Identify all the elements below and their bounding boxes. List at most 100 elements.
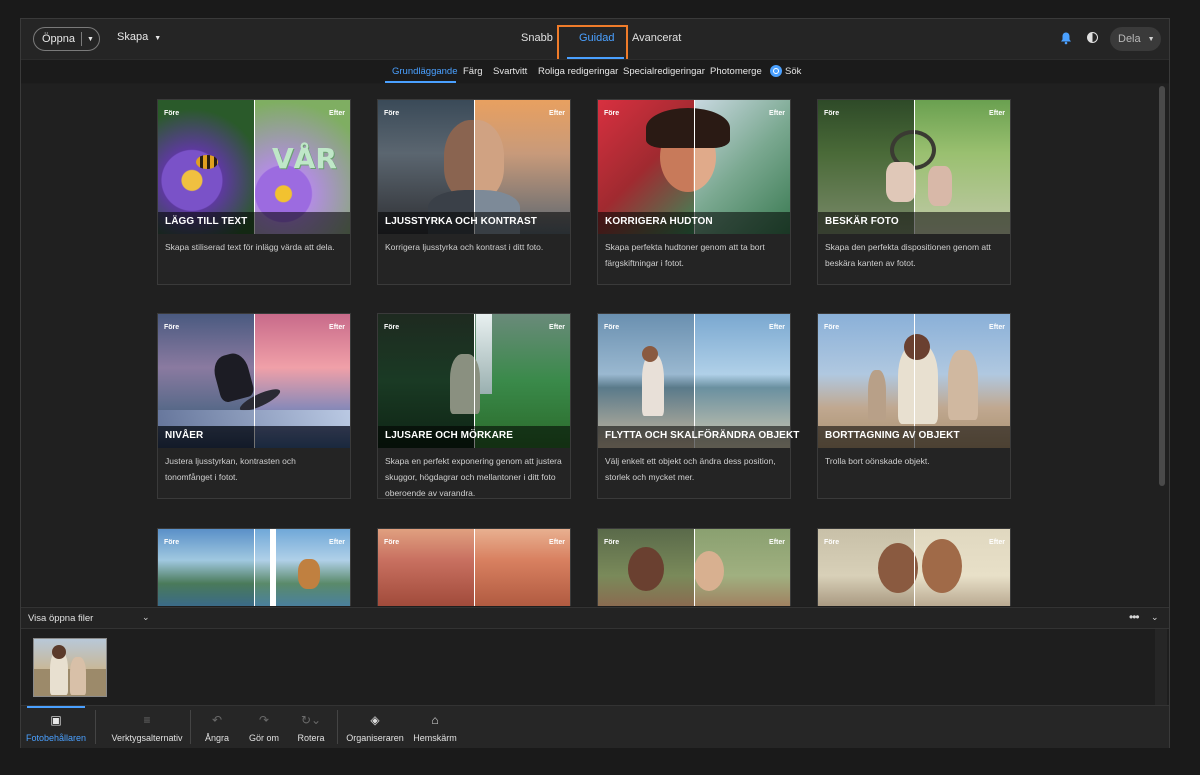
card-lighten-darken[interactable]: Före Efter LJUSARE OCH MÖRKARE Skapa en …: [377, 313, 571, 499]
category-basics[interactable]: Grundläggande: [392, 66, 458, 77]
card-row3-2[interactable]: Före Efter: [377, 528, 571, 606]
guided-edits-grid: VÅR Före Efter LÄGG TILL TEXT Skapa stil…: [21, 84, 1169, 606]
card-title: BESKÄR FOTO: [825, 216, 899, 227]
more-options-icon[interactable]: •••: [1129, 610, 1140, 624]
card-add-text[interactable]: VÅR Före Efter LÄGG TILL TEXT Skapa stil…: [157, 99, 351, 285]
redo-button[interactable]: ↷ Gör om: [245, 706, 283, 749]
open-file-thumbnail[interactable]: [33, 638, 107, 697]
card-row3-3[interactable]: Före Efter: [597, 528, 791, 606]
chevron-down-icon[interactable]: ⌄: [142, 612, 150, 623]
bottom-toolbar: ▣ Fotobehållaren ≡ Verktygsalternativ ↶ …: [21, 705, 1169, 748]
tool-options-label: Verktygsalternativ: [111, 733, 183, 743]
card-thumbnail: Före Efter: [818, 529, 1010, 606]
face-shape: [694, 551, 724, 591]
collapse-chevron-icon[interactable]: ⌄: [1151, 612, 1159, 623]
before-label: Före: [604, 324, 620, 331]
card-thumbnail: Före Efter: [598, 314, 790, 448]
open-button[interactable]: Öppna ▼: [33, 27, 100, 51]
photo-bin-icon: ▣: [50, 713, 62, 727]
bee-shape: [196, 155, 218, 169]
face-shape: [878, 543, 918, 593]
before-label: Före: [604, 539, 620, 546]
organizer-icon: ◈: [370, 713, 380, 727]
after-label: Efter: [329, 539, 345, 546]
open-files-dropdown[interactable]: Visa öppna filer: [28, 613, 93, 624]
home-screen-button[interactable]: ⌂ Hemskärm: [413, 706, 457, 749]
after-label: Efter: [549, 110, 565, 117]
card-row3-1[interactable]: Före Efter: [157, 528, 351, 606]
card-title: BORTTAGNING AV OBJEKT: [825, 430, 960, 441]
category-color[interactable]: Färg: [463, 66, 483, 77]
chevron-down-icon[interactable]: ▼: [87, 36, 94, 43]
head-shape: [642, 346, 658, 362]
face-shape: [628, 547, 664, 591]
after-label: Efter: [769, 324, 785, 331]
category-black-white[interactable]: Svartvitt: [493, 66, 527, 77]
card-title: LJUSSTYRKA OCH KONTRAST: [385, 216, 537, 227]
before-label: Före: [384, 539, 400, 546]
person-shape: [642, 354, 664, 416]
card-thumbnail: Före Efter: [378, 529, 570, 606]
after-label: Efter: [989, 539, 1005, 546]
card-description: Korrigera ljusstyrka och kontrast i ditt…: [385, 242, 544, 252]
card-description: Trolla bort oönskade objekt.: [825, 456, 930, 466]
before-label: Före: [384, 324, 400, 331]
toolbar-separator: [337, 710, 338, 744]
tool-options-icon: ≡: [143, 713, 151, 727]
home-icon: ⌂: [431, 713, 439, 727]
card-thumbnail: Före Efter: [598, 529, 790, 606]
vertical-scrollbar[interactable]: [1159, 86, 1165, 486]
card-crop-photo[interactable]: Före Efter BESKÄR FOTO Skapa den perfekt…: [817, 99, 1011, 285]
open-label: Öppna: [42, 33, 76, 45]
card-thumbnail: Före Efter: [378, 100, 570, 234]
top-bar: Öppna ▼ Skapa ▼ Snabb Guidad Avancerat De…: [21, 19, 1169, 67]
create-button[interactable]: Skapa ▼: [117, 31, 161, 43]
category-search[interactable]: Sök: [785, 66, 801, 77]
category-photomerge[interactable]: Photomerge: [710, 66, 762, 77]
frame-shape: [270, 529, 276, 606]
share-label: Dela: [1118, 33, 1141, 45]
category-special-edits[interactable]: Specialredigeringar: [623, 66, 705, 77]
share-button[interactable]: Dela ▼: [1110, 27, 1161, 51]
card-levels[interactable]: Före Efter NIVÅER Justera ljusstyrkan, k…: [157, 313, 351, 499]
overlay-text: VÅR: [272, 142, 337, 175]
person-shape: [948, 350, 978, 420]
before-after-divider: [474, 529, 475, 606]
card-thumbnail: Före Efter: [158, 529, 350, 606]
before-label: Före: [384, 110, 400, 117]
bell-icon[interactable]: [1059, 31, 1073, 45]
card-move-scale-object[interactable]: Före Efter FLYTTA OCH SKALFÖRÄNDRA OBJEK…: [597, 313, 799, 499]
photo-bin-scrollbar[interactable]: [1155, 629, 1167, 705]
organizer-button[interactable]: ◈ Organiseraren: [345, 706, 405, 749]
undo-button[interactable]: ↶ Ångra: [201, 706, 233, 749]
tab-quick[interactable]: Snabb: [521, 32, 553, 44]
redo-label: Gör om: [248, 733, 279, 743]
card-row3-4[interactable]: Före Efter: [817, 528, 1011, 606]
after-label: Efter: [989, 110, 1005, 117]
rotate-button[interactable]: ↻⌄ Rotera: [295, 706, 327, 749]
card-title: LÄGG TILL TEXT: [165, 216, 248, 227]
before-after-divider: [914, 529, 915, 606]
card-title: KORRIGERA HUDTON: [605, 216, 713, 227]
create-label: Skapa: [117, 31, 149, 43]
before-label: Före: [164, 324, 180, 331]
home-screen-label: Hemskärm: [413, 733, 457, 743]
card-object-removal[interactable]: Före Efter BORTTAGNING AV OBJEKT Trolla …: [817, 313, 1011, 499]
after-label: Efter: [329, 110, 345, 117]
after-label: Efter: [329, 324, 345, 331]
app-window: Öppna ▼ Skapa ▼ Snabb Guidad Avancerat De…: [20, 18, 1170, 748]
theme-contrast-icon[interactable]: [1087, 32, 1098, 43]
tab-advanced[interactable]: Avancerat: [632, 32, 681, 44]
card-skin-tone[interactable]: Före Efter KORRIGERA HUDTON Skapa perfek…: [597, 99, 791, 285]
photo-bin-button[interactable]: ▣ Fotobehållaren: [26, 706, 86, 749]
open-separator: [81, 32, 83, 46]
tool-options-button[interactable]: ≡ Verktygsalternativ: [109, 706, 185, 749]
active-category-indicator: [385, 81, 456, 83]
category-fun-edits[interactable]: Roliga redigeringar: [538, 66, 618, 77]
card-brightness-contrast[interactable]: Före Efter LJUSSTYRKA OCH KONTRAST Korri…: [377, 99, 571, 285]
before-label: Före: [824, 539, 840, 546]
after-label: Efter: [549, 539, 565, 546]
card-title: LJUSARE OCH MÖRKARE: [385, 430, 514, 441]
toolbar-separator: [95, 710, 96, 744]
search-icon[interactable]: [770, 65, 782, 77]
